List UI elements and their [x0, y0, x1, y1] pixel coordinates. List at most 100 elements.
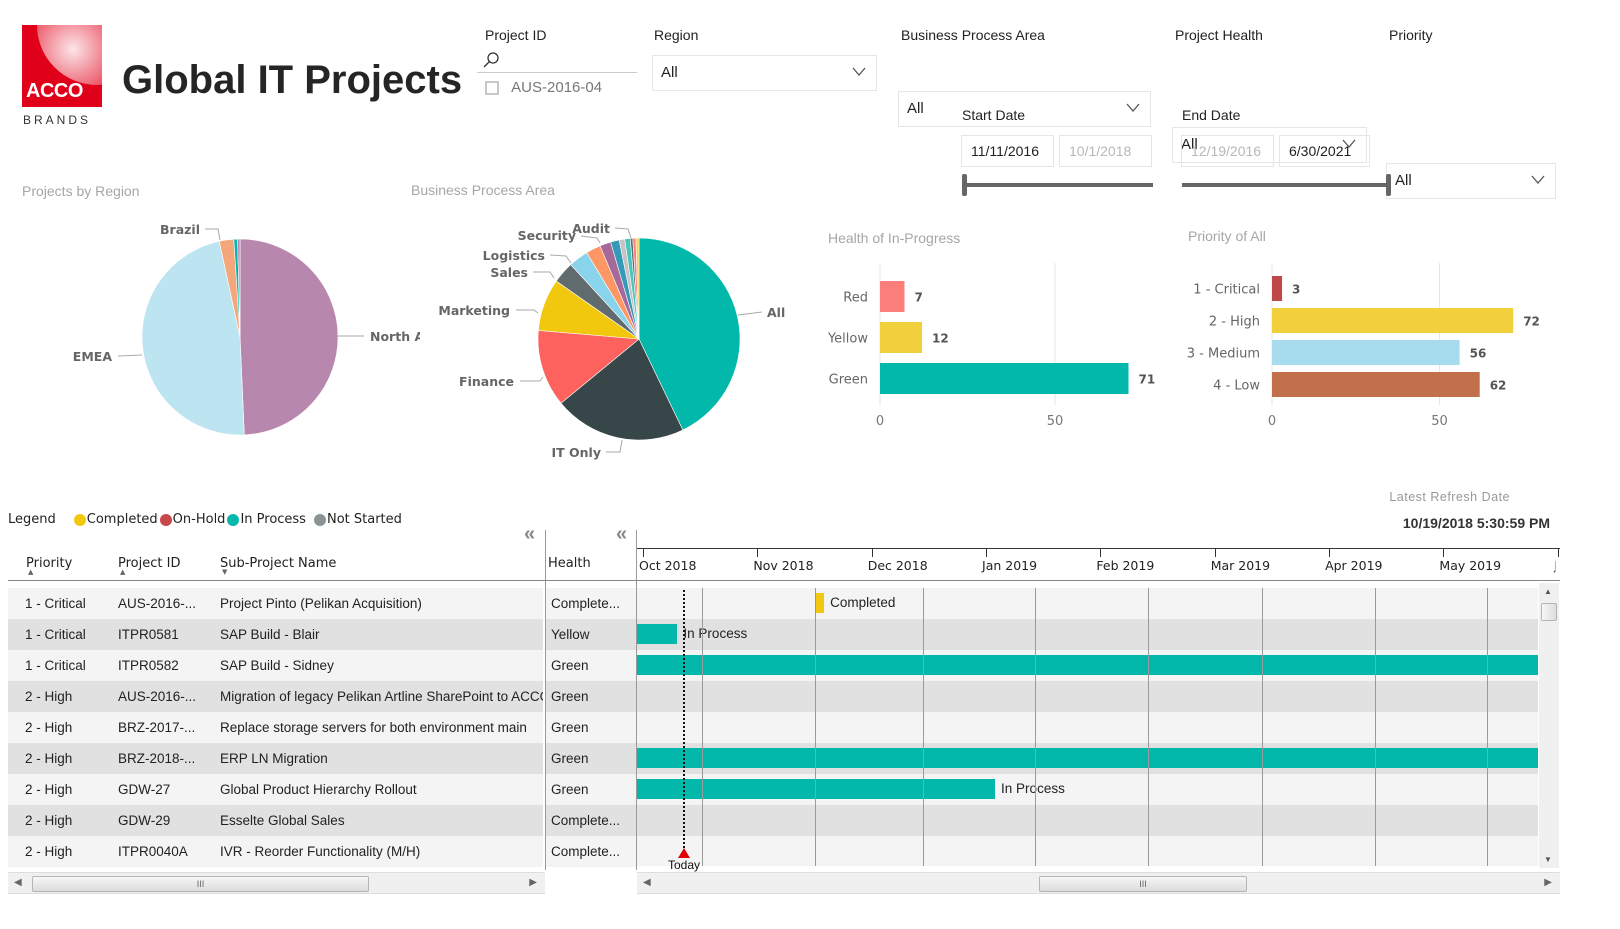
category-label: Red [843, 291, 868, 306]
pie-label: Security [518, 228, 576, 243]
gantt-bar[interactable] [637, 779, 996, 799]
table-horizontal-scrollbar[interactable]: ◀ III ▶ [8, 872, 545, 894]
collapse-columns-button[interactable]: « [524, 523, 535, 546]
health-cell[interactable]: Green [546, 774, 636, 805]
column-header-health[interactable]: Health [548, 556, 591, 571]
projects-by-region-pie[interactable]: North America EMEA Brazil [0, 200, 420, 470]
today-line [683, 590, 685, 852]
region-label: Region [654, 27, 699, 43]
cell-sub-project-name: Esselte Global Sales [220, 813, 345, 828]
end-date-to-input[interactable]: 6/30/2021 [1279, 135, 1370, 167]
start-date-from-input[interactable]: 11/11/2016 [961, 135, 1054, 167]
end-date-slider-handle[interactable] [1386, 174, 1391, 196]
table-row[interactable]: 2 - High BRZ-2017-... Replace storage serv… [8, 712, 543, 743]
start-date-slider-handle[interactable] [962, 174, 967, 196]
scroll-right-icon[interactable]: ▶ [529, 877, 537, 888]
gantt-scroll-thumb[interactable]: III [1039, 876, 1247, 892]
health-cell[interactable]: Green [546, 681, 636, 712]
project-id-label: Project ID [485, 27, 547, 43]
month-label: Mar 2019 [1210, 558, 1271, 573]
start-date-to-input[interactable]: 10/1/2018 [1059, 135, 1152, 167]
end-date-slider-track[interactable] [1182, 183, 1389, 187]
bpa-chart-title: Business Process Area [411, 182, 555, 198]
health-cell[interactable]: Green [546, 712, 636, 743]
column-header-sub-project-name[interactable]: Sub-Project Name ▼ [220, 556, 336, 576]
health-cell[interactable]: Yellow [546, 619, 636, 650]
project-id-search-input[interactable] [477, 48, 637, 73]
region-dropdown[interactable]: All [652, 55, 877, 91]
data-label: 56 [1470, 347, 1487, 361]
scroll-down-icon[interactable]: ▼ [1544, 855, 1552, 864]
table-row[interactable]: 2 - High BRZ-2018-... ERP LN Migration [8, 743, 543, 774]
end-date-from-input[interactable]: 12/19/2016 [1181, 135, 1274, 167]
month-label: Jan 2019 [982, 558, 1038, 573]
search-icon [483, 52, 499, 68]
health-cell[interactable]: Green [546, 650, 636, 681]
pie-leader-line [549, 254, 572, 264]
month-tick [871, 549, 873, 557]
month-tick [1443, 549, 1445, 557]
gantt-bar[interactable] [637, 655, 1538, 675]
table-scroll-thumb[interactable]: III [32, 876, 369, 892]
cell-priority: 2 - High [25, 782, 73, 797]
bar-1-critical[interactable] [1272, 276, 1283, 301]
timeline-divider [637, 580, 1560, 581]
business-process-area-pie[interactable]: All IT Only Finance Marketing Sales Logistics… [420, 200, 820, 470]
table-row[interactable]: 2 - High ITPR0040A IVR - Reorder Functiona… [8, 836, 543, 867]
bar-3-medium[interactable] [1272, 340, 1460, 365]
scroll-left-icon[interactable]: ◀ [14, 877, 22, 888]
logo-text: ACCO [26, 80, 83, 102]
gridline [815, 588, 816, 866]
project-id-option[interactable]: AUS-2016-04 [485, 79, 602, 96]
pie-label: Brazil [160, 222, 200, 237]
bar-red[interactable] [880, 281, 905, 312]
gantt-bar[interactable] [637, 624, 678, 644]
column-header-priority[interactable]: Priority ▲ [26, 556, 72, 576]
table-row[interactable]: 1 - Critical AUS-2016-... Project Pinto (P… [8, 588, 543, 619]
cell-sub-project-name: SAP Build - Blair [220, 627, 320, 642]
health-cell[interactable]: Green [546, 743, 636, 774]
scroll-right-icon[interactable]: ▶ [1544, 877, 1552, 888]
gantt-horizontal-scrollbar[interactable]: ◀ III ▶ [637, 872, 1560, 894]
gantt-bar-label: In Process [1001, 781, 1065, 796]
vertical-scrollbar[interactable]: ▲ ▼ [1539, 583, 1559, 868]
bar-yellow[interactable] [880, 322, 922, 353]
table-row[interactable]: 1 - Critical ITPR0581 SAP Build - Blair [8, 619, 543, 650]
logo-mark: ACCO [22, 25, 102, 107]
priority-of-all-chart[interactable]: 0 50 1 - Critical 3 2 - High 72 3 - Medium 56 4 … [1170, 255, 1570, 440]
cell-project-id: BRZ-2018-... [118, 751, 196, 766]
data-label: 62 [1490, 379, 1507, 393]
health-cell[interactable]: Complete... [546, 836, 636, 867]
pie-label: Logistics [483, 248, 545, 263]
bar-2-high[interactable] [1272, 308, 1514, 333]
pie-leader-line [117, 354, 143, 357]
pie-leader-line [533, 271, 555, 279]
health-cell[interactable]: Complete... [546, 805, 636, 836]
health-of-in-progress-chart[interactable]: 0 50 Red 7 Yellow 12 Green 71 [810, 255, 1170, 440]
category-label: 3 - Medium [1187, 347, 1260, 362]
priority-dropdown[interactable]: All [1386, 163, 1556, 199]
collapse-health-button[interactable]: « [616, 523, 627, 546]
project-id-checkbox[interactable] [485, 81, 499, 96]
gantt-bar[interactable] [816, 593, 825, 613]
table-row[interactable]: 2 - High GDW-29 Esselte Global Sales [8, 805, 543, 836]
health-cell[interactable]: Complete... [546, 588, 636, 619]
column-header-project-id[interactable]: Project ID ▲ [118, 556, 180, 576]
gantt-bar[interactable] [637, 748, 1538, 768]
vertical-scroll-thumb[interactable] [1541, 603, 1557, 621]
cell-priority: 1 - Critical [25, 596, 86, 611]
scroll-up-icon[interactable]: ▲ [1544, 587, 1552, 596]
gantt-row [637, 805, 1538, 836]
scroll-left-icon[interactable]: ◀ [643, 877, 651, 888]
health-column: Complete... Yellow Green Green Green Green Gre… [546, 588, 636, 867]
logo-subtext: BRANDS [23, 113, 92, 127]
pie-label: Audit [572, 221, 610, 236]
table-row[interactable]: 2 - High AUS-2016-... Migration of legacy … [8, 681, 543, 712]
bar-4-low[interactable] [1272, 372, 1480, 397]
month-tick [757, 549, 759, 557]
bar-green[interactable] [880, 363, 1129, 394]
table-row[interactable]: 2 - High GDW-27 Global Product Hierarchy R… [8, 774, 543, 805]
start-date-slider-track[interactable] [965, 183, 1153, 187]
pie-slice-north-america[interactable] [239, 238, 339, 436]
table-row[interactable]: 1 - Critical ITPR0582 SAP Build - Sidney [8, 650, 543, 681]
